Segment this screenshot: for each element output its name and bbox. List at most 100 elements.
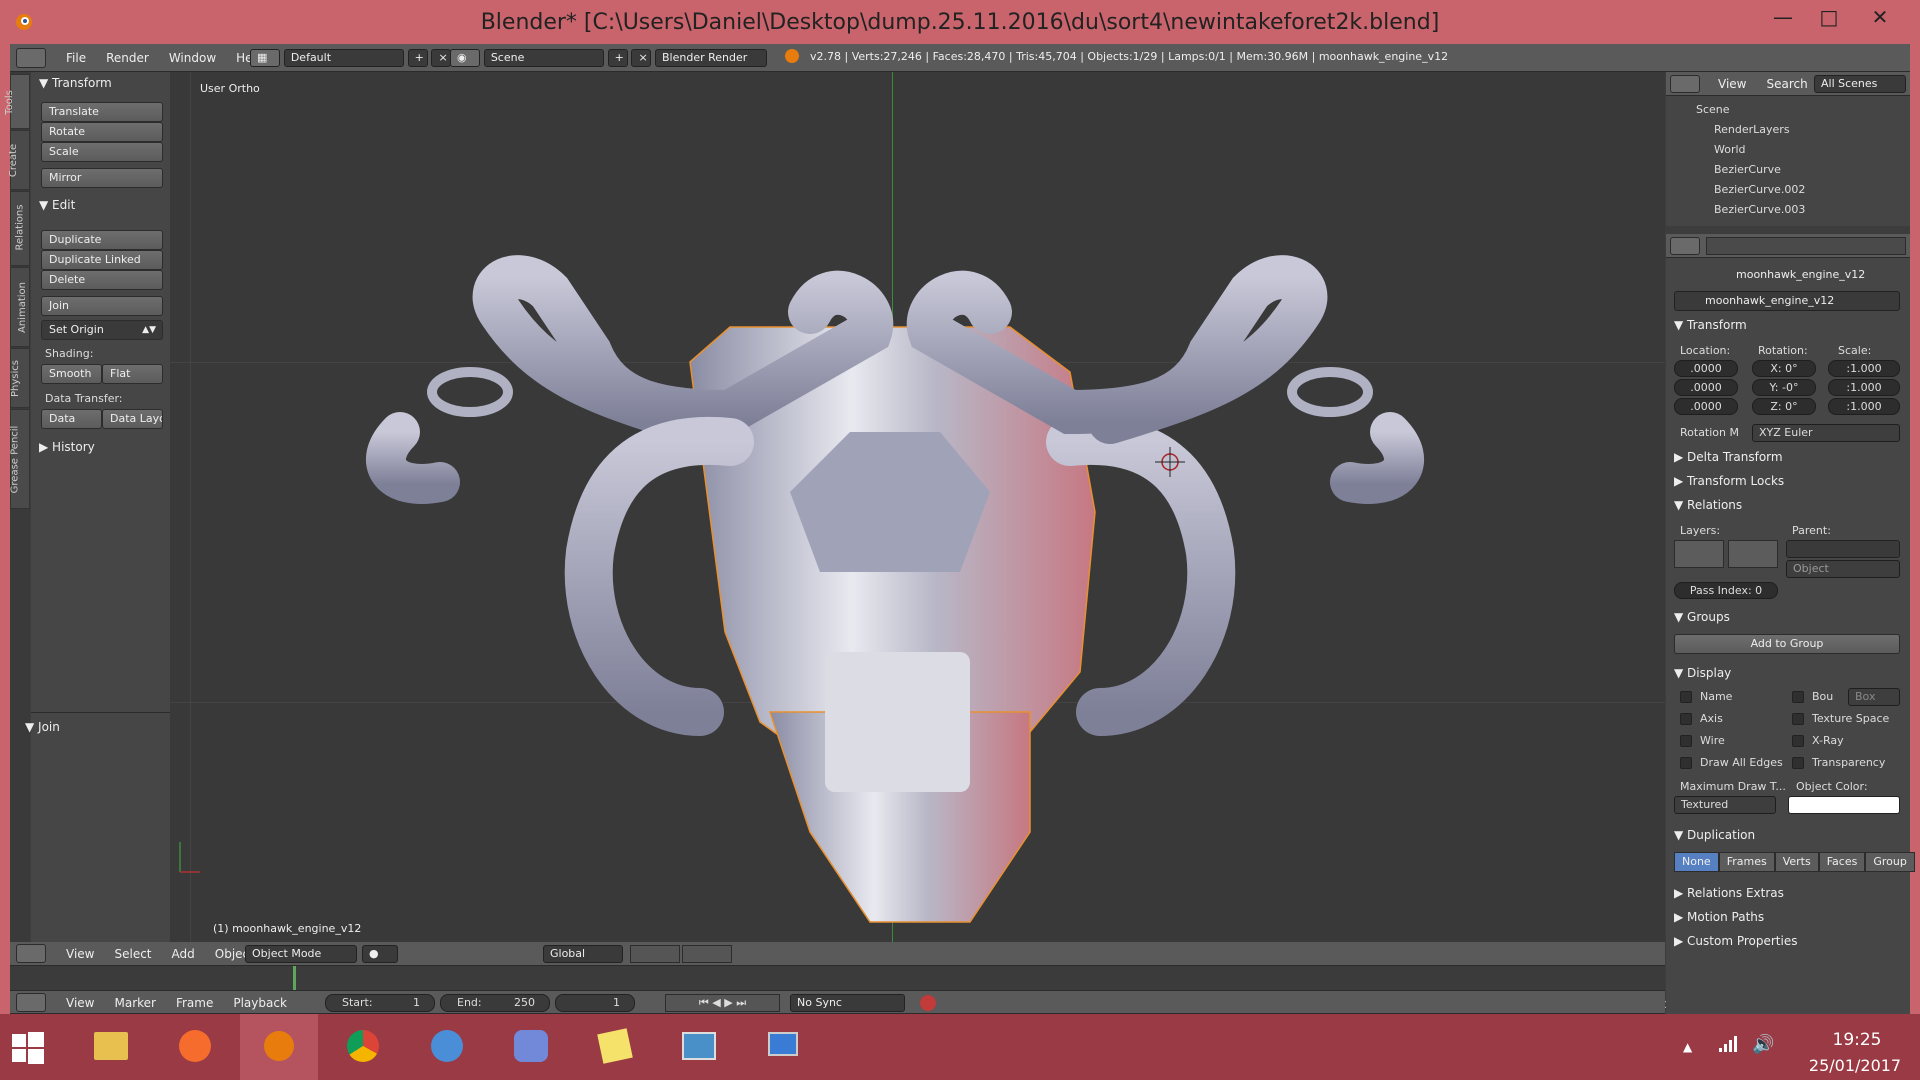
minimize-button[interactable]: — — [1760, 0, 1806, 36]
tab-animation[interactable]: Animation — [10, 267, 30, 347]
properties-editor-type-icon[interactable] — [1670, 237, 1700, 255]
menu-view[interactable]: View — [56, 992, 104, 1014]
display-wire-checkbox[interactable]: Wire — [1680, 734, 1725, 747]
menu-view[interactable]: View — [56, 943, 104, 965]
viewport-editor-type-icon[interactable] — [16, 944, 46, 963]
network-icon[interactable] — [1718, 1034, 1738, 1054]
display-all-edges-checkbox[interactable]: Draw All Edges — [1680, 756, 1783, 769]
display-transparency-checkbox[interactable]: Transparency — [1792, 756, 1885, 769]
outliner-item-beziercurve-002[interactable]: BezierCurve.002 — [1666, 180, 1910, 200]
duplication-none[interactable]: None — [1674, 852, 1719, 872]
start-frame-field[interactable]: Start: 1 — [325, 994, 435, 1012]
sync-dropdown[interactable]: No Sync — [790, 994, 905, 1012]
sticky-notes-icon[interactable] — [576, 1014, 654, 1080]
tab-relations[interactable]: Relations — [10, 191, 30, 266]
menu-file[interactable]: File — [56, 47, 96, 69]
scale-button[interactable]: Scale — [41, 142, 163, 162]
relations-section-header[interactable]: ▼ Relations — [1674, 494, 1742, 516]
screen-layout-selector[interactable]: ▦ Default + × — [250, 49, 452, 67]
menu-window[interactable]: Window — [159, 47, 226, 69]
outliner-item-beziercurve-003[interactable]: BezierCurve.003 — [1666, 200, 1910, 220]
display-section-header[interactable]: ▼ Display — [1674, 662, 1731, 684]
add-layout-icon[interactable]: + — [407, 49, 428, 67]
rotation-x-field[interactable]: X: 0° — [1752, 360, 1816, 377]
scene-field[interactable]: Scene — [483, 49, 604, 67]
join-operator-panel[interactable]: ▼ Join — [25, 716, 60, 738]
translate-button[interactable]: Translate — [41, 102, 163, 122]
data-button[interactable]: Data — [41, 409, 102, 429]
show-hidden-icons-icon[interactable]: ▲ — [1683, 1040, 1692, 1054]
layers-grid-a[interactable] — [630, 945, 680, 963]
edit-panel-header[interactable]: ▼ Edit — [39, 194, 75, 216]
duplication-faces[interactable]: Faces — [1818, 852, 1866, 872]
maximum-draw-type-dropdown[interactable]: Textured — [1674, 796, 1776, 814]
tab-tools[interactable]: Tools — [4, 74, 30, 129]
outliner-filter-dropdown[interactable]: All Scenes — [1814, 75, 1906, 93]
menu-marker[interactable]: Marker — [104, 992, 165, 1014]
origin-icon[interactable] — [156, 1014, 234, 1080]
mode-dropdown[interactable]: Object Mode — [245, 945, 357, 963]
rotation-mode-dropdown[interactable]: XYZ Euler — [1752, 424, 1900, 442]
properties-context-tabs[interactable] — [1706, 237, 1906, 255]
photos-icon[interactable] — [660, 1014, 738, 1080]
relations-extras-section-header[interactable]: ▶ Relations Extras — [1674, 882, 1784, 904]
display-bounds-checkbox[interactable]: Bou — [1792, 690, 1833, 703]
outliner-item-renderlayers[interactable]: RenderLayers — [1666, 120, 1910, 140]
duplicate-linked-button[interactable]: Duplicate Linked — [41, 250, 163, 270]
menu-search[interactable]: Search — [1756, 73, 1817, 95]
display-axis-checkbox[interactable]: Axis — [1680, 712, 1723, 725]
layers-grid-b[interactable] — [682, 945, 732, 963]
outliner-item-scene[interactable]: Scene — [1666, 100, 1910, 120]
object-color-swatch[interactable] — [1788, 796, 1900, 814]
remove-scene-icon[interactable]: × — [631, 49, 652, 67]
set-origin-dropdown[interactable]: Set Origin ▲▼ — [41, 320, 163, 340]
pass-index-field[interactable]: Pass Index: 0 — [1674, 582, 1778, 599]
render-engine-dropdown[interactable]: Blender Render — [655, 49, 767, 67]
file-explorer-icon[interactable] — [72, 1014, 150, 1080]
orientation-dropdown[interactable]: Global — [543, 945, 623, 963]
transform-section-header[interactable]: ▼ Transform — [1674, 314, 1747, 336]
custom-properties-section-header[interactable]: ▶ Custom Properties — [1674, 930, 1797, 952]
display-texture-space-checkbox[interactable]: Texture Space — [1792, 712, 1889, 725]
layout-field[interactable]: Default — [283, 49, 404, 67]
timeline-editor-type-icon[interactable] — [16, 993, 46, 1012]
layers-grid-left[interactable] — [1674, 540, 1724, 568]
outliner-editor-type-icon[interactable] — [1670, 75, 1700, 93]
menu-view[interactable]: View — [1708, 73, 1756, 95]
object-name-field[interactable]: moonhawk_engine_v12 — [1674, 291, 1900, 311]
rotation-y-field[interactable]: Y: -0° — [1752, 379, 1816, 396]
scale-y-field[interactable]: :1.000 — [1828, 379, 1900, 396]
tab-physics[interactable]: Physics — [10, 348, 30, 408]
rotation-z-field[interactable]: Z: 0° — [1752, 398, 1816, 415]
outliner-item-world[interactable]: World — [1666, 140, 1910, 160]
playback-controls[interactable]: ⏮ ◀ ▶ ⏭ — [665, 994, 780, 1012]
add-scene-icon[interactable]: + — [607, 49, 628, 67]
shading-dropdown[interactable]: ● — [362, 945, 398, 963]
parent-field[interactable] — [1786, 540, 1900, 558]
parent-type-dropdown[interactable]: Object — [1786, 560, 1900, 578]
tab-grease-pencil[interactable]: Grease Pencil — [9, 409, 30, 509]
volume-icon[interactable]: 🔊 — [1752, 1034, 1774, 1055]
duplication-section-header[interactable]: ▼ Duplication — [1674, 824, 1755, 846]
scale-x-field[interactable]: :1.000 — [1828, 360, 1900, 377]
join-button[interactable]: Join — [41, 296, 163, 316]
display-name-checkbox[interactable]: Name — [1680, 690, 1732, 703]
close-button[interactable]: ✕ — [1852, 0, 1908, 36]
menu-render[interactable]: Render — [96, 47, 159, 69]
duplication-frames[interactable]: Frames — [1718, 852, 1775, 872]
mirror-button[interactable]: Mirror — [41, 168, 163, 188]
windows-start-icon[interactable] — [12, 1032, 44, 1064]
motion-paths-section-header[interactable]: ▶ Motion Paths — [1674, 906, 1764, 928]
duplicate-button[interactable]: Duplicate — [41, 230, 163, 250]
chrome-icon[interactable] — [324, 1014, 402, 1080]
bounds-type-dropdown[interactable]: Box — [1848, 688, 1900, 706]
transform-panel-header[interactable]: ▼ Transform — [39, 72, 112, 94]
menu-playback[interactable]: Playback — [223, 992, 297, 1014]
flat-button[interactable]: Flat — [102, 364, 163, 384]
rotate-button[interactable]: Rotate — [41, 122, 163, 142]
end-frame-field[interactable]: End: 250 — [440, 994, 550, 1012]
display-xray-checkbox[interactable]: X-Ray — [1792, 734, 1844, 747]
discord-icon[interactable] — [492, 1014, 570, 1080]
data-layout-button[interactable]: Data Layo — [102, 409, 163, 429]
blender-taskbar-icon[interactable] — [240, 1014, 318, 1080]
